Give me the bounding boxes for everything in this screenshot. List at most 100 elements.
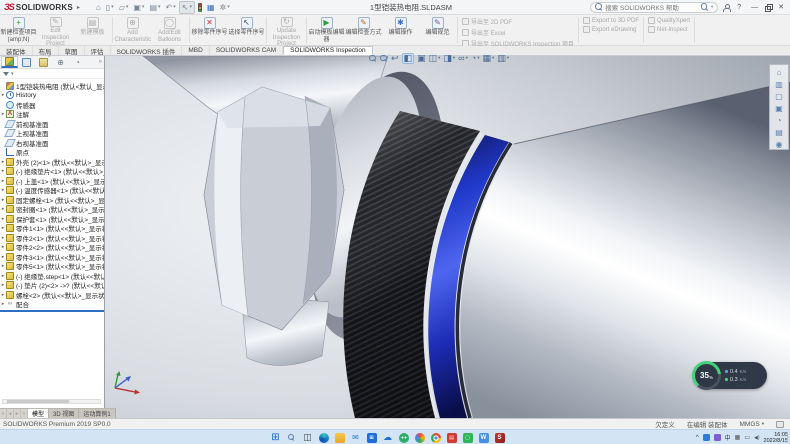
zoom-to-area-button[interactable]: [380, 55, 388, 63]
panel-tab-featuremanager-tree[interactable]: [1, 56, 18, 68]
tree-filter[interactable]: ▾: [0, 69, 104, 79]
tree-item[interactable]: ▸(-) 绝缘垫.step<1> (默认<<默认>: [0, 271, 104, 281]
solidworks-resources-button[interactable]: ⌂: [772, 67, 786, 77]
tree-item[interactable]: 1型铠装热电阻 (默认<默认_显示状态-1: [0, 81, 104, 91]
tab-scroll-icon-1[interactable]: ◂: [7, 409, 14, 418]
search-dropdown-icon[interactable]: ▾: [711, 4, 713, 10]
onedrive-taskbar-icon[interactable]: ☁: [382, 432, 393, 443]
tab-评估[interactable]: 评估: [85, 46, 111, 55]
dynamic-annotation-views-button[interactable]: ▣: [417, 54, 426, 63]
units-selector[interactable]: MMGS▾: [740, 421, 765, 428]
export-item[interactable]: 导出至 2D PDF: [462, 17, 574, 26]
hide-show-items-button[interactable]: ∞▾: [458, 54, 468, 63]
photos-taskbar-icon[interactable]: [414, 432, 425, 443]
tab-SOLIDWORKS 插件[interactable]: SOLIDWORKS 插件: [111, 46, 183, 55]
close-button[interactable]: ✕: [775, 3, 787, 11]
rebuild-stoplight-icon[interactable]: [196, 1, 204, 14]
view-orientation-button[interactable]: ◫▾: [429, 54, 441, 63]
task-view-taskbar-icon[interactable]: ◫: [302, 432, 313, 443]
tree-item[interactable]: ▸∞配合: [0, 300, 104, 310]
tab-overflow-icon[interactable]: »: [99, 59, 104, 65]
net-speed-widget[interactable]: 35% 0.4K/s 0.3K/s: [693, 362, 767, 389]
undo-icon[interactable]: ↶▾: [164, 1, 178, 14]
select-icon[interactable]: ↖▾: [179, 1, 195, 14]
security-shield-icon[interactable]: [714, 434, 721, 441]
search-input[interactable]: 搜索 SOLIDWORKS 帮助 ▾: [590, 2, 718, 13]
print-icon[interactable]: ▤▾: [147, 1, 162, 14]
graphics-viewport[interactable]: 35% 0.4K/s 0.3K/s: [105, 56, 790, 418]
solidworks-taskbar-icon[interactable]: S: [494, 432, 505, 443]
view-palette-button[interactable]: ▣: [772, 103, 786, 113]
tree-item[interactable]: 原点: [0, 148, 104, 158]
save-icon[interactable]: ▣▾: [131, 1, 146, 14]
tree-item[interactable]: 上视基准面: [0, 129, 104, 139]
tab-MBD[interactable]: MBD: [182, 46, 209, 55]
edit-appearance-button[interactable]: ◔▾: [471, 54, 480, 63]
tab-草图[interactable]: 草图: [59, 46, 85, 55]
onedrive-tray-icon[interactable]: [703, 434, 710, 441]
dropdown-icon[interactable]: ▾: [466, 56, 468, 61]
tree-item[interactable]: ▸History: [0, 91, 104, 101]
tree-item[interactable]: ▸A注解: [0, 110, 104, 120]
panel-tab-displaymanager[interactable]: ◔: [69, 56, 86, 68]
launch-template-editor-button[interactable]: ▶启动模板编辑器: [308, 15, 345, 45]
solidworks-logo[interactable]: ЗS SOLIDWORKS ▸: [0, 2, 84, 12]
open-document-icon[interactable]: ▱▾: [117, 1, 131, 14]
dropdown-icon[interactable]: ▾: [438, 56, 440, 61]
reader-taskbar-icon[interactable]: ▤: [446, 432, 457, 443]
search-taskbar-icon[interactable]: [286, 432, 297, 443]
help-button[interactable]: ?: [734, 4, 744, 11]
remove-balloons-button[interactable]: ✕移除零件序号: [191, 15, 228, 45]
panel-split-handle[interactable]: [0, 310, 104, 312]
view-settings-button[interactable]: ▥▾: [497, 54, 509, 63]
design-library-button[interactable]: ▥: [772, 79, 786, 89]
edit-operations-button[interactable]: ✱编辑操作: [382, 15, 419, 45]
tree-item[interactable]: ▸螺栓<2> (默认<<默认>_显示状态: [0, 290, 104, 300]
touch-keyboard-icon[interactable]: ▦: [735, 434, 741, 441]
show-desktop-button[interactable]: [787, 432, 788, 443]
model-tab-模型[interactable]: 模型: [28, 409, 49, 418]
minimize-button[interactable]: —: [748, 4, 761, 11]
tree-item[interactable]: ▸密封圈<1> (默认<<默认>_显示状: [0, 205, 104, 215]
export-item[interactable]: Export eDrawing: [583, 26, 639, 33]
dropdown-icon[interactable]: ▾: [477, 56, 479, 61]
edit-inspection-methods-button[interactable]: ✎编辑检查方式: [345, 15, 382, 45]
tree-item[interactable]: ▸保护套<1> (默认<<默认>_显示状: [0, 214, 104, 224]
volume-icon[interactable]: ◀): [754, 435, 760, 441]
export-item[interactable]: Net-Inspect: [648, 26, 690, 33]
network-icon[interactable]: ▭: [744, 434, 750, 441]
menu-expand-icon[interactable]: ▸: [77, 4, 80, 11]
filter-dropdown-icon[interactable]: ▾: [11, 71, 14, 77]
panel-tab-dimxpertmanager[interactable]: ⊕: [52, 56, 69, 68]
export-item[interactable]: 导出至 Excel: [462, 28, 574, 37]
tab-装配体[interactable]: 装配体: [0, 46, 33, 55]
select-balloons-button[interactable]: ↖选择零件序号: [228, 15, 265, 45]
apply-scene-button[interactable]: ▦▾: [483, 54, 495, 63]
edit-specifications-button[interactable]: ✎编辑规范: [419, 15, 456, 45]
tree-item[interactable]: ▸(-) 绝缘垫片<1> (默认<<默认>_显: [0, 167, 104, 177]
tree-item[interactable]: ▸(-) 温度传感器<1> (默认<<默认>_: [0, 186, 104, 196]
new-document-icon[interactable]: ▯▾: [104, 1, 116, 14]
add-edit-balloons-button[interactable]: ◯Add/Edit Balloons: [151, 15, 188, 45]
file-explorer-button[interactable]: ▢: [772, 91, 786, 101]
new-inspection-project-button[interactable]: +新建检查项目 (amp;N): [0, 15, 37, 45]
green-app-taskbar-icon[interactable]: ▢: [462, 432, 473, 443]
panel-collapse-icon[interactable]: ^: [48, 55, 50, 61]
tree-item[interactable]: ▸零件5<1> (默认<<默认>_显示状: [0, 262, 104, 272]
settings-icon[interactable]: ✲▾: [218, 1, 232, 14]
ime-indicator[interactable]: 中: [725, 433, 731, 442]
tab-布局[interactable]: 布局: [33, 46, 59, 55]
tree-item[interactable]: ▸零件1<1> (默认<<默认>_显示状态: [0, 224, 104, 234]
custom-properties-button[interactable]: ▤: [772, 127, 786, 137]
solidworks-forum-button[interactable]: ◉: [772, 139, 786, 149]
tree-item[interactable]: 传感器: [0, 100, 104, 110]
tree-item[interactable]: ▸零件2<2> (默认<<默认>_显示状: [0, 243, 104, 253]
tree-horizontal-scrollbar[interactable]: [2, 399, 101, 404]
tab-scroll-icon-2[interactable]: ▸: [14, 409, 21, 418]
tab-scroll-icon-3[interactable]: »: [21, 409, 28, 418]
mail-taskbar-icon[interactable]: ✉: [350, 432, 361, 443]
tree-item[interactable]: ▸(-) 上盖<1> (默认<<默认>_显示状: [0, 176, 104, 186]
tree-item[interactable]: 前视基准面: [0, 119, 104, 129]
wechat-taskbar-icon[interactable]: [398, 432, 409, 443]
tray-chevron-icon[interactable]: ^: [696, 435, 699, 441]
